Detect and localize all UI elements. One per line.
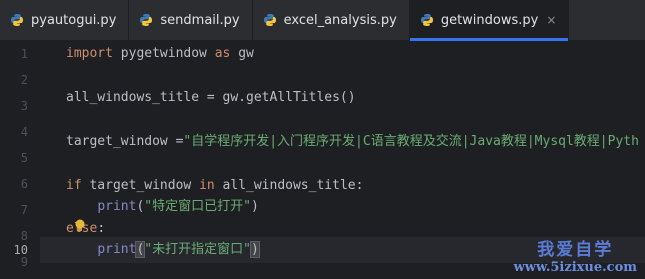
- code-line-3[interactable]: all_windows_title = gw.getAllTitles(): [66, 85, 356, 111]
- python-icon: [420, 13, 434, 27]
- variable-name: target_window: [81, 178, 200, 193]
- tab-label: sendmail.py: [160, 12, 240, 28]
- watermark-title: 我爱自学: [537, 240, 614, 260]
- python-icon: [263, 13, 277, 27]
- tab-bar-empty-area: [569, 0, 645, 40]
- line-number: 6: [20, 177, 28, 191]
- code-line-1[interactable]: import pygetwindow as gw: [66, 41, 254, 67]
- tab-sendmail[interactable]: sendmail.py: [129, 0, 253, 40]
- python-icon: [139, 13, 153, 27]
- paren-close: ): [250, 199, 259, 214]
- text-cursor: [258, 241, 260, 258]
- line-number: 7: [20, 203, 28, 217]
- string-literal: "自学程序开发|入门程序开发|C语言教程及交流|Java教程|Mysql教程|P…: [183, 134, 639, 149]
- tab-label: getwindows.py: [440, 12, 539, 28]
- assignment-statement: all_windows_title = gw.getAllTitles(): [66, 90, 356, 105]
- watermark: 我爱自学 www.5izixue.com: [514, 235, 637, 275]
- tab-getwindows[interactable]: getwindows.py ×: [409, 0, 570, 41]
- line-number: 4: [20, 125, 28, 139]
- paren-close-matched: ): [249, 241, 260, 258]
- python-icon: [10, 13, 24, 27]
- builtin-print: print: [97, 242, 137, 257]
- close-icon[interactable]: ×: [546, 13, 556, 27]
- line-number: 3: [20, 99, 28, 113]
- string-literal: "未打开指定窗口": [144, 242, 251, 257]
- line-number: 1: [20, 47, 28, 61]
- keyword-if: if: [66, 178, 82, 193]
- tab-pyautogui[interactable]: pyautogui.py: [0, 0, 130, 40]
- editor-tab-bar: pyautogui.py sendmail.py excel_analysis.…: [0, 0, 645, 41]
- lightbulb-icon[interactable]: [74, 218, 86, 232]
- tab-label: pyautogui.py: [31, 12, 117, 28]
- code-line-10[interactable]: print("未打开指定窗口"): [66, 237, 260, 263]
- tab-excel-analysis[interactable]: excel_analysis.py: [253, 0, 410, 40]
- condition-rest: all_windows_title:: [214, 178, 364, 193]
- keyword-import: import: [66, 46, 113, 61]
- watermark-url: www.5izixue.com: [513, 260, 637, 275]
- builtin-print: print: [97, 199, 137, 214]
- string-literal: "特定窗口已打开": [144, 199, 251, 214]
- tab-label: excel_analysis.py: [283, 12, 397, 28]
- line-number: 2: [20, 73, 28, 87]
- keyword-as: as: [214, 46, 231, 61]
- line-number-current: 10: [13, 243, 28, 257]
- assignment-target: target_window =: [66, 134, 184, 149]
- line-number-gutter: 1 2 3 4 5 6 7 8 9 10: [0, 41, 40, 279]
- keyword-in: in: [199, 178, 215, 193]
- colon: :: [97, 221, 106, 236]
- code-line-5[interactable]: target_window ="自学程序开发|入门程序开发|C语言教程及交流|J…: [66, 129, 639, 155]
- line-number: 5: [20, 151, 28, 165]
- module-name: pygetwindow: [112, 46, 215, 61]
- alias-name: gw: [230, 46, 254, 61]
